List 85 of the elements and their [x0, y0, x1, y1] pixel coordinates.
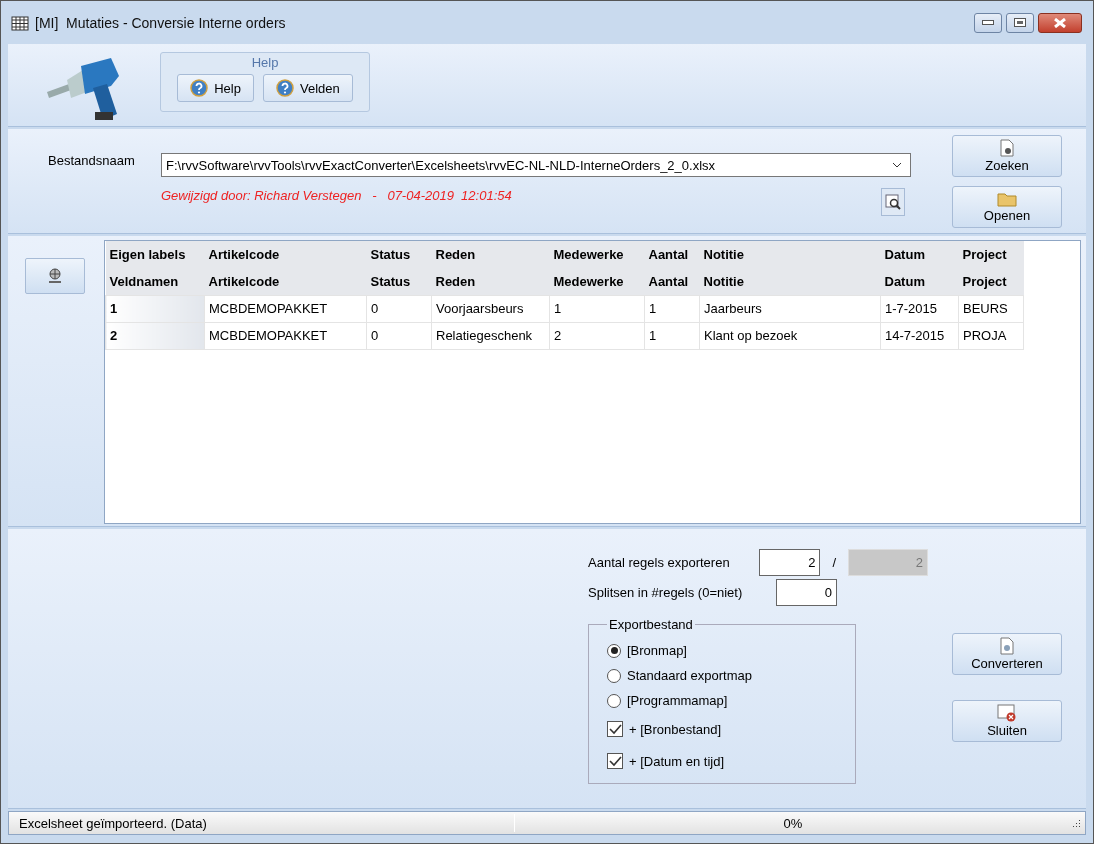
column-header: Datum — [880, 268, 959, 295]
table-cell: 1 — [644, 322, 700, 349]
file-path-dropdown[interactable]: F:\rvvSoftware\rvvTools\rvvExactConverter\Excelsheets\rvvEC-NL-NLD-InterneOrders_2_0.xlsx — [161, 153, 911, 177]
radio-button[interactable] — [607, 668, 621, 683]
status-message: Excelsheet geïmporteerd. (Data) — [19, 815, 208, 831]
table-cell: 0 — [366, 295, 432, 322]
checkbox-option[interactable]: + [Datum en tijd] — [607, 745, 855, 777]
column-header: Veldnamen — [105, 268, 205, 295]
preview-button[interactable] — [881, 188, 905, 216]
radio-button[interactable] — [607, 693, 621, 708]
table-cell: MCBDEMOPAKKET — [204, 295, 367, 322]
table-cell: Klant op bezoek — [699, 322, 881, 349]
table-cell: Voorjaarsbeurs — [431, 295, 550, 322]
help-icon — [276, 79, 294, 97]
table-cell: 1 — [549, 295, 645, 322]
column-header: Eigen labels — [105, 241, 205, 268]
search-button[interactable]: Zoeken — [952, 135, 1062, 177]
table-cell: 1 — [644, 295, 700, 322]
modified-info: Gewijzigd door: Richard Verstegen - 07-04-2019 12:01:54 — [161, 188, 512, 203]
export-count-field[interactable]: 2 — [759, 548, 821, 576]
table-cell: 2 — [549, 322, 645, 349]
column-header: Artikelcode — [204, 268, 367, 295]
column-header: Notitie — [699, 241, 881, 268]
window-title: [MI] Mutaties - Conversie Interne orders — [35, 14, 286, 31]
separator: / — [832, 554, 836, 570]
minimize-icon — [982, 20, 994, 25]
table-cell: MCBDEMOPAKKET — [204, 322, 367, 349]
folder-icon — [997, 191, 1017, 207]
open-button[interactable]: Openen — [952, 186, 1062, 228]
globe-icon — [46, 267, 64, 285]
column-header: Reden — [431, 268, 550, 295]
column-header: Project — [958, 268, 1024, 295]
close-icon — [1053, 17, 1067, 28]
total-count-field: 2 — [848, 548, 928, 576]
table-cell: Jaarbeurs — [699, 295, 881, 322]
labels-button[interactable] — [25, 258, 85, 294]
radio-option[interactable]: Standaard exportmap — [607, 663, 855, 688]
progress-reading: 0% — [783, 815, 803, 831]
column-header: Datum — [880, 241, 959, 268]
column-header: Medewerke — [549, 241, 645, 268]
column-header: Aantal — [644, 268, 700, 295]
table-cell: 1-7-2015 — [880, 295, 959, 322]
row-header: 2 — [105, 322, 205, 349]
column-header: Medewerke — [549, 268, 645, 295]
column-header: Aantal — [644, 241, 700, 268]
row-header: 1 — [105, 295, 205, 322]
radio-option[interactable]: [Programmamap] — [607, 688, 855, 713]
checkbox-option[interactable]: + [Bronbestand] — [607, 713, 855, 745]
grid-icon — [11, 14, 29, 31]
help-button[interactable]: Help — [177, 74, 254, 102]
table-cell: PROJA — [958, 322, 1024, 349]
close-button[interactable]: Sluiten — [952, 700, 1062, 742]
checkbox[interactable] — [607, 721, 623, 737]
field-label: Splitsen in #regels (0=niet) — [588, 584, 744, 600]
chevron-icon — [892, 162, 902, 168]
column-header: Status — [366, 241, 432, 268]
close-button[interactable] — [1038, 12, 1082, 33]
field-label: Aantal regels exporteren — [588, 554, 731, 570]
table-cell: 0 — [366, 322, 432, 349]
group-title: Exportbestand — [608, 617, 694, 632]
convert-button[interactable]: Converteren — [952, 633, 1062, 675]
column-header: Reden — [431, 241, 550, 268]
magnifier-icon — [885, 194, 901, 210]
minimize-button[interactable] — [974, 12, 1002, 33]
help-icon — [190, 79, 209, 97]
radio-option[interactable]: [Bronmap] — [607, 638, 855, 663]
radio-button[interactable] — [607, 643, 621, 658]
field-label: Bestandsnaam — [48, 153, 136, 170]
maximize-button[interactable] — [1006, 12, 1034, 33]
help-button[interactable]: Velden — [263, 74, 353, 102]
checkbox[interactable] — [607, 753, 623, 769]
column-header: Artikelcode — [204, 241, 367, 268]
window-close-icon — [997, 704, 1017, 722]
split-field[interactable]: 0 — [776, 578, 837, 606]
group-title: Help — [250, 55, 280, 70]
maximize-icon — [1014, 18, 1026, 27]
table-cell: BEURS — [958, 295, 1024, 322]
column-header: Project — [958, 241, 1024, 268]
table-cell: 14-7-2015 — [880, 322, 959, 349]
document-gear-icon — [999, 637, 1015, 655]
document-icon — [999, 139, 1015, 157]
resize-grip-icon — [1071, 818, 1081, 828]
column-header: Notitie — [699, 268, 881, 295]
column-header: Status — [366, 268, 432, 295]
table-cell: Relatiegeschenk — [431, 322, 550, 349]
